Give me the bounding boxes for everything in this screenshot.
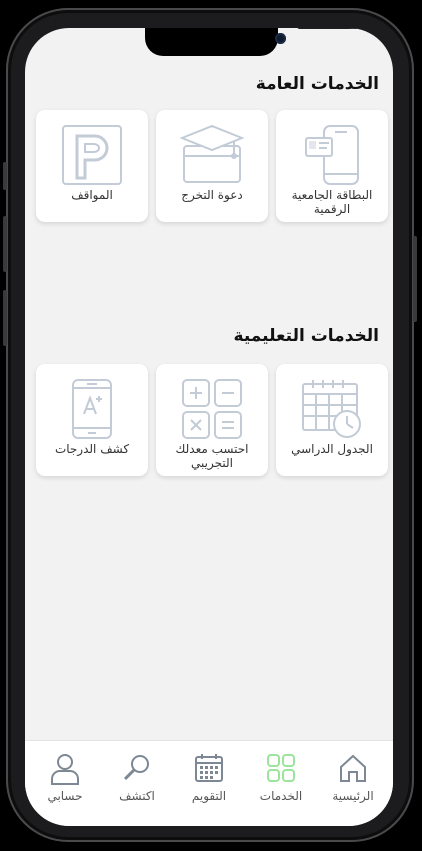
digital-id-card-label: البطاقة الجامعية الرقمية: [291, 188, 373, 216]
general-services-grid: البطاقة الجامعية الرقمية دعوة التخرج الم…: [36, 110, 388, 222]
parking-label: المواقف: [71, 188, 113, 202]
class-schedule-label: الجدول الدراسي: [291, 442, 373, 456]
bottom-tab-bar: الرئيسية الخدمات التقويم اكتشف حسابي: [25, 740, 393, 826]
grades-report-label: كشف الدرجات: [54, 442, 130, 456]
grades-report-button[interactable]: كشف الدرجات: [36, 364, 148, 476]
search-icon: [123, 755, 149, 781]
tab-explore[interactable]: اكتشف: [105, 741, 169, 826]
general-services-title: الخدمات العامة: [255, 74, 379, 94]
mute-switch: [3, 162, 7, 190]
profile-icon: [51, 754, 79, 785]
tab-account[interactable]: حسابي: [33, 741, 97, 826]
power-button: [413, 236, 417, 322]
notch: [145, 28, 367, 56]
graduation-invitation-icon: [180, 124, 244, 183]
tab-services[interactable]: الخدمات: [249, 741, 313, 826]
volume-down-button: [3, 290, 7, 346]
grades-report-icon: [72, 379, 112, 439]
tab-account-label: حسابي: [47, 789, 83, 803]
tab-explore-label: اكتشف: [119, 789, 155, 803]
speaker: [297, 28, 367, 29]
gpa-calculator-label: احتسب معدلك التجريبي: [175, 442, 249, 470]
tab-home-label: الرئيسية: [332, 789, 374, 803]
tab-calendar-label: التقويم: [191, 789, 227, 803]
grid-icon: [267, 754, 295, 782]
educational-services-grid: الجدول الدراسي احتسب معدلك التجريبي كشف …: [36, 364, 388, 476]
app-screen: الخدمات العامة البطاقة الجامعية الرقمية: [25, 28, 393, 826]
tab-services-label: الخدمات: [259, 789, 303, 803]
gpa-calculator-button[interactable]: احتسب معدلك التجريبي: [156, 364, 268, 476]
educational-services-title: الخدمات التعليمية: [233, 326, 379, 346]
digital-id-card-icon: [305, 125, 359, 185]
graduation-invitation-label: دعوة التخرج: [181, 188, 243, 202]
parking-icon: [62, 125, 122, 185]
calculator-icon: [182, 379, 242, 439]
volume-up-button: [3, 216, 7, 272]
tab-calendar[interactable]: التقويم: [177, 741, 241, 826]
parking-button[interactable]: المواقف: [36, 110, 148, 222]
front-camera: [275, 33, 286, 44]
schedule-calendar-icon: [302, 380, 361, 438]
calendar-icon: [195, 754, 223, 782]
digital-id-card-button[interactable]: البطاقة الجامعية الرقمية: [276, 110, 388, 222]
tab-home[interactable]: الرئيسية: [321, 741, 385, 826]
class-schedule-button[interactable]: الجدول الدراسي: [276, 364, 388, 476]
home-icon: [340, 754, 366, 782]
graduation-invitation-button[interactable]: دعوة التخرج: [156, 110, 268, 222]
